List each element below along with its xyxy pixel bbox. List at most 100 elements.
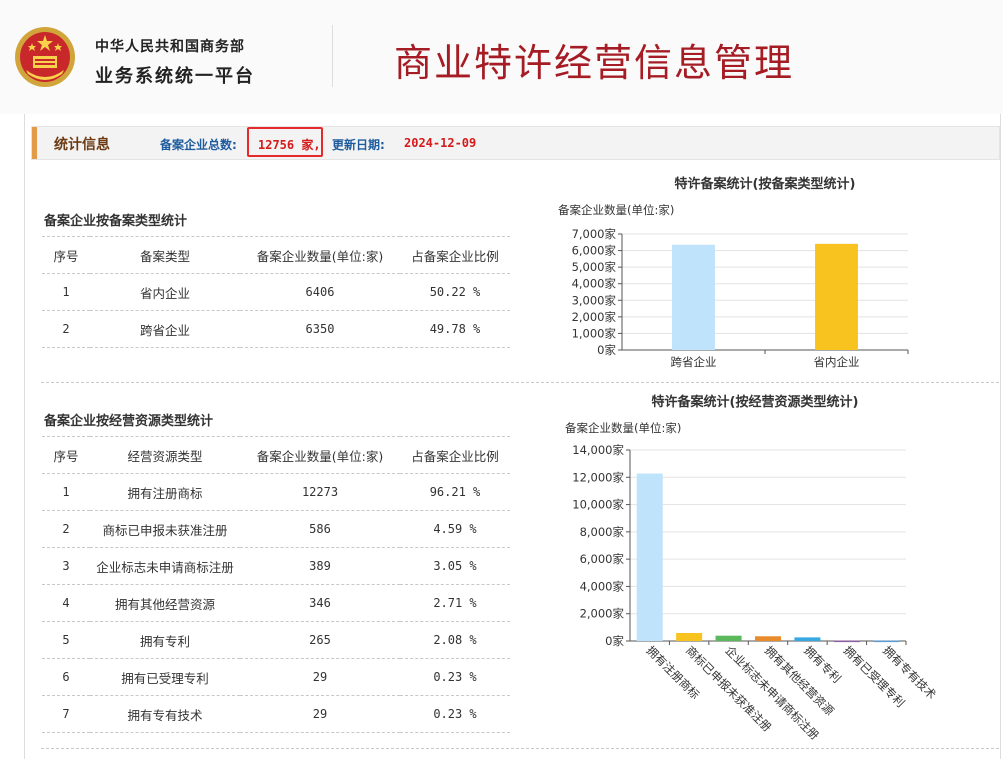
- table-cell: 265: [240, 621, 400, 659]
- table-cell: 商标已申报未获准注册: [90, 510, 240, 548]
- table-cell: 拥有其他经营资源: [90, 584, 240, 622]
- table-cell: 拥有专利: [90, 621, 240, 659]
- total-value: 12756 家,: [258, 138, 321, 152]
- table-cell: 2: [42, 310, 90, 348]
- table-cell: 2: [42, 510, 90, 548]
- chart-bar: [873, 640, 900, 643]
- section-divider: [41, 748, 999, 749]
- chart-y-tick-label: 6,000家: [580, 552, 625, 566]
- table1-title: 备案企业按备案类型统计: [44, 214, 188, 229]
- resource-type-chart: 特许备案统计(按经营资源类型统计) 备案企业数量(单位:家) 0家 2,000家 4,0…: [565, 394, 939, 743]
- filing-type-chart: 特许备案统计(按备案类型统计)备案企业数量(单位:家) 0家 1,000家 2,000…: [558, 176, 909, 369]
- table-cell: 96.21 %: [400, 473, 510, 511]
- table-header-row: 序号 备案类型 备案企业数量(单位:家) 占备案企业比例: [42, 236, 510, 274]
- table-row: 7 拥有专有技术 29 0.23 %: [42, 695, 510, 733]
- table-cell: 4.59 %: [400, 510, 510, 548]
- org-line-2: 业务系统统一平台: [95, 66, 255, 87]
- table-cell: 0.23 %: [400, 658, 510, 696]
- table-cell: 1: [42, 273, 90, 311]
- stats-bar-accent: [32, 127, 37, 159]
- chart-y-tick-label: 0家: [597, 343, 616, 357]
- table-cell: 5: [42, 621, 90, 659]
- chart-y-axis-label: 备案企业数量(单位:家): [558, 203, 674, 217]
- table-row: 1 拥有注册商标 12273 96.21 %: [42, 473, 510, 511]
- chart-title: 特许备案统计(按经营资源类型统计): [652, 394, 859, 410]
- table-header-cell: 序号: [42, 236, 90, 274]
- chart-y-tick-label: 3,000家: [572, 293, 617, 307]
- table-row: 6 拥有已受理专利 29 0.23 %: [42, 658, 510, 696]
- table-cell: 6406: [240, 273, 400, 311]
- table-cell: 企业标志未申请商标注册: [90, 547, 240, 585]
- table-row: 5 拥有专利 265 2.08 %: [42, 621, 510, 659]
- header-divider: [332, 25, 333, 87]
- main-panel: 统计信息 备案企业总数: 12756 家, 更新日期: 2024-12-09 备…: [24, 114, 1001, 759]
- chart-x-tick-label: 拥有其他经营资源: [762, 643, 837, 718]
- chart-y-tick-label: 5,000家: [572, 260, 617, 274]
- table-cell: 6350: [240, 310, 400, 348]
- chart-y-tick-label: 7,000家: [572, 227, 617, 241]
- chart-x-tick-label: 省内企业: [814, 355, 860, 369]
- table-cell: 0.23 %: [400, 695, 510, 733]
- table-cell: 2.71 %: [400, 584, 510, 622]
- table-cell: 4: [42, 584, 90, 622]
- chart-title: 特许备案统计(按备案类型统计): [675, 176, 856, 192]
- stats-bar: 统计信息 备案企业总数: 12756 家, 更新日期: 2024-12-09: [31, 126, 1000, 160]
- table-cell: 7: [42, 695, 90, 733]
- chart-y-tick-label: 6,000家: [572, 244, 617, 258]
- update-date-label: 更新日期:: [332, 138, 385, 152]
- table-header-cell: 经营资源类型: [90, 436, 240, 474]
- chart-bar: [754, 636, 782, 641]
- chart-bar: [636, 473, 663, 641]
- table-row: 1 省内企业 6406 50.22 %: [42, 273, 510, 311]
- table-header-cell: 备案企业数量(单位:家): [240, 436, 400, 474]
- chart-bar: [794, 637, 821, 641]
- chart-bar: [672, 244, 715, 350]
- chart-bar: [676, 633, 703, 641]
- chart-x-tick-label: 跨省企业: [671, 355, 717, 369]
- table-header-row: 序号 经营资源类型 备案企业数量(单位:家) 占备案企业比例: [42, 436, 510, 474]
- table-header-cell: 备案企业数量(单位:家): [240, 236, 400, 274]
- table-cell: 49.78 %: [400, 310, 510, 348]
- table-cell: 50.22 %: [400, 273, 510, 311]
- table-header-cell: 备案类型: [90, 236, 240, 274]
- table-cell: 拥有专有技术: [90, 695, 240, 733]
- chart-y-axis-label: 备案企业数量(单位:家): [565, 421, 681, 435]
- chart-y-tick-label: 10,000家: [572, 498, 624, 512]
- chart-y-tick-label: 2,000家: [580, 607, 625, 621]
- stats-title: 统计信息: [54, 137, 110, 153]
- table-cell: 拥有注册商标: [90, 473, 240, 511]
- chart-y-tick-label: 8,000家: [580, 525, 625, 539]
- table-header-cell: 序号: [42, 436, 90, 474]
- org-line-1: 中华人民共和国商务部: [95, 39, 245, 55]
- table-row: 3 企业标志未申请商标注册 389 3.05 %: [42, 547, 510, 585]
- table-cell: 29: [240, 695, 400, 733]
- chart-bar: [815, 243, 858, 350]
- table-cell: 586: [240, 510, 400, 548]
- site-header: 中华人民共和国商务部 业务系统统一平台 商业特许经营信息管理: [0, 0, 1003, 114]
- chart-y-tick-label: 2,000家: [572, 310, 617, 324]
- table-row: 4 拥有其他经营资源 346 2.71 %: [42, 584, 510, 622]
- table-cell: 省内企业: [90, 273, 240, 311]
- chart-bar: [833, 640, 860, 643]
- table-cell: 389: [240, 547, 400, 585]
- national-emblem-icon: [15, 27, 75, 87]
- table-header-cell: 占备案企业比例: [400, 236, 510, 274]
- chart-y-tick-label: 4,000家: [572, 277, 617, 291]
- chart-y-tick-label: 1,000家: [572, 326, 617, 340]
- chart-y-tick-label: 12,000家: [572, 470, 624, 484]
- total-label: 备案企业总数:: [160, 138, 237, 152]
- filing-type-table: 序号 备案类型 备案企业数量(单位:家) 占备案企业比例 1 省内企业 6406…: [42, 236, 510, 348]
- table-cell: 3.05 %: [400, 547, 510, 585]
- table-cell: 6: [42, 658, 90, 696]
- resource-type-table: 序号 经营资源类型 备案企业数量(单位:家) 占备案企业比例 1 拥有注册商标 12…: [42, 436, 510, 733]
- chart-y-tick-label: 0家: [605, 634, 624, 648]
- table-row: 2 跨省企业 6350 49.78 %: [42, 310, 510, 348]
- table2-title: 备案企业按经营资源类型统计: [44, 414, 214, 429]
- table-cell: 拥有已受理专利: [90, 658, 240, 696]
- page-title: 商业特许经营信息管理: [394, 41, 795, 85]
- table-cell: 12273: [240, 473, 400, 511]
- table-cell: 346: [240, 584, 400, 622]
- chart-y-tick-label: 14,000家: [572, 443, 624, 457]
- chart-y-tick-label: 4,000家: [580, 579, 625, 593]
- table-row: 2 商标已申报未获准注册 586 4.59 %: [42, 510, 510, 548]
